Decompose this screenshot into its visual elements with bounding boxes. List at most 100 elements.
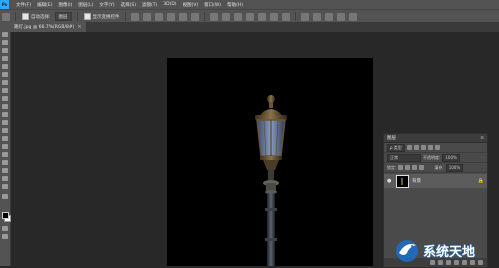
street-lamp-image [255,95,287,266]
layers-panel-title[interactable]: 图层 [387,135,396,141]
menu-image[interactable]: 图像(I) [55,2,75,8]
menu-view[interactable]: 视图(V) [180,2,202,8]
opacity-label: 不透明度: [423,154,441,160]
menu-edit[interactable]: 编辑(E) [34,2,55,8]
divider [124,12,126,21]
menu-select[interactable]: 选择(S) [118,2,139,8]
opacity-field[interactable]: 100% [442,153,460,162]
visibility-eye-icon[interactable]: ● [387,178,393,184]
menu-type[interactable]: 文字(Y) [96,2,117,8]
history-brush-tool-icon[interactable] [2,104,8,109]
3d-rotate-icon[interactable] [300,12,309,21]
divider [76,12,78,21]
panel-menu-icon[interactable]: ≡ [480,136,484,141]
dodge-tool-icon[interactable] [2,136,8,141]
layer-row-background[interactable]: ● 背景 🔒 [384,174,487,188]
fill-field[interactable]: 100% [445,163,464,172]
distribute-hcenter-icon[interactable] [257,12,266,21]
distribute-left-icon[interactable] [245,12,254,21]
site-watermark: 系统天地 [394,234,499,266]
healing-brush-tool-icon[interactable] [2,80,8,85]
divider [203,12,205,21]
zoom-tool-icon[interactable] [2,184,8,189]
move-tool-icon[interactable] [2,32,8,37]
3d-scale-icon[interactable] [348,12,357,21]
move-tool-icon[interactable] [2,12,10,21]
lock-row: 锁定: 填充: 100% [384,163,487,173]
lock-label: 锁定: [387,164,397,170]
3d-roll-icon[interactable] [312,12,321,21]
layer-name[interactable]: 背景 [412,178,421,184]
tools-panel [0,22,11,266]
show-transform-label: 显示变换控件 [92,14,120,20]
3d-drag-icon[interactable] [324,12,333,21]
watermark-text: 系统天地 [423,244,476,260]
align-left-icon[interactable] [166,12,175,21]
pen-tool-icon[interactable] [2,144,8,149]
document-tab-bar: 路灯.jpg @ 66.7%(RGB/8#) × [10,22,499,32]
brush-tool-icon[interactable] [2,88,8,93]
close-tab-icon[interactable]: × [77,24,81,30]
align-top-icon[interactable] [130,12,139,21]
menu-3d[interactable]: 3D(D) [160,2,179,7]
filter-shape-icon[interactable] [427,145,433,150]
eyedropper-tool-icon[interactable] [2,72,8,77]
photoshop-logo: Ps [0,0,9,9]
menu-layer[interactable]: 图层(L) [75,2,96,8]
auto-align-icon[interactable] [281,12,290,21]
show-transform-checkbox[interactable] [83,13,91,20]
align-right-icon[interactable] [190,12,199,21]
align-hcenter-icon[interactable] [178,12,187,21]
hand-tool-icon[interactable] [2,176,8,181]
divider [294,12,296,21]
menu-help[interactable]: 帮助(H) [224,2,246,8]
filter-pixel-icon[interactable] [406,145,412,150]
filter-smart-object-icon[interactable] [434,145,440,150]
clone-stamp-tool-icon[interactable] [2,96,8,101]
screen-mode-icon[interactable] [2,234,8,239]
kind-filter-dropdown[interactable]: ρ 类型 [387,143,405,152]
marquee-tool-icon[interactable] [2,40,8,45]
path-select-tool-icon[interactable] [2,160,8,165]
fill-label: 填充: [434,164,444,170]
more-tools-icon[interactable] [2,194,8,199]
auto-select-label: 自动选择: [31,14,51,20]
lock-pixels-icon[interactable] [405,165,411,170]
divider [15,12,16,21]
layer-thumbnail [396,174,409,188]
filter-type-icon[interactable] [420,145,426,150]
distribute-bottom-icon[interactable] [233,12,242,21]
lock-position-icon[interactable] [412,165,418,170]
document-canvas[interactable] [167,58,373,266]
distribute-vcenter-icon[interactable] [221,12,230,21]
3d-slide-icon[interactable] [336,12,345,21]
lock-transparent-icon[interactable] [398,165,404,170]
distribute-top-icon[interactable] [209,12,218,21]
filter-adjustment-icon[interactable] [413,145,419,150]
foreground-color-swatch[interactable] [2,212,9,219]
document-tab-title: 路灯.jpg @ 66.7%(RGB/8#) [14,25,75,30]
menu-file[interactable]: 文件(F) [13,2,34,8]
quick-select-tool-icon[interactable] [2,56,8,61]
auto-select-target-dropdown[interactable]: 图层 [54,12,72,21]
quick-mask-icon[interactable] [2,226,8,231]
layer-lock-icon: 🔒 [477,178,484,184]
align-vcenter-icon[interactable] [142,12,151,21]
type-tool-icon[interactable] [2,152,8,157]
eraser-tool-icon[interactable] [2,112,8,117]
distribute-right-icon[interactable] [269,12,278,21]
document-tab[interactable]: 路灯.jpg @ 66.7%(RGB/8#) × [10,22,86,32]
auto-select-checkbox[interactable] [22,13,29,20]
menu-filter[interactable]: 滤镜(T) [139,2,160,8]
lasso-tool-icon[interactable] [2,48,8,53]
menu-window[interactable]: 窗口(W) [201,2,224,8]
shape-tool-icon[interactable] [2,168,8,173]
blur-tool-icon[interactable] [2,128,8,133]
blend-mode-dropdown[interactable]: 正常 [387,153,421,162]
align-bottom-icon[interactable] [154,12,163,21]
lock-all-icon[interactable] [419,165,425,170]
layer-filter-row: ρ 类型 [384,143,487,153]
gradient-tool-icon[interactable] [2,120,8,125]
watermark-bird-logo [396,240,418,262]
crop-tool-icon[interactable] [2,64,8,69]
